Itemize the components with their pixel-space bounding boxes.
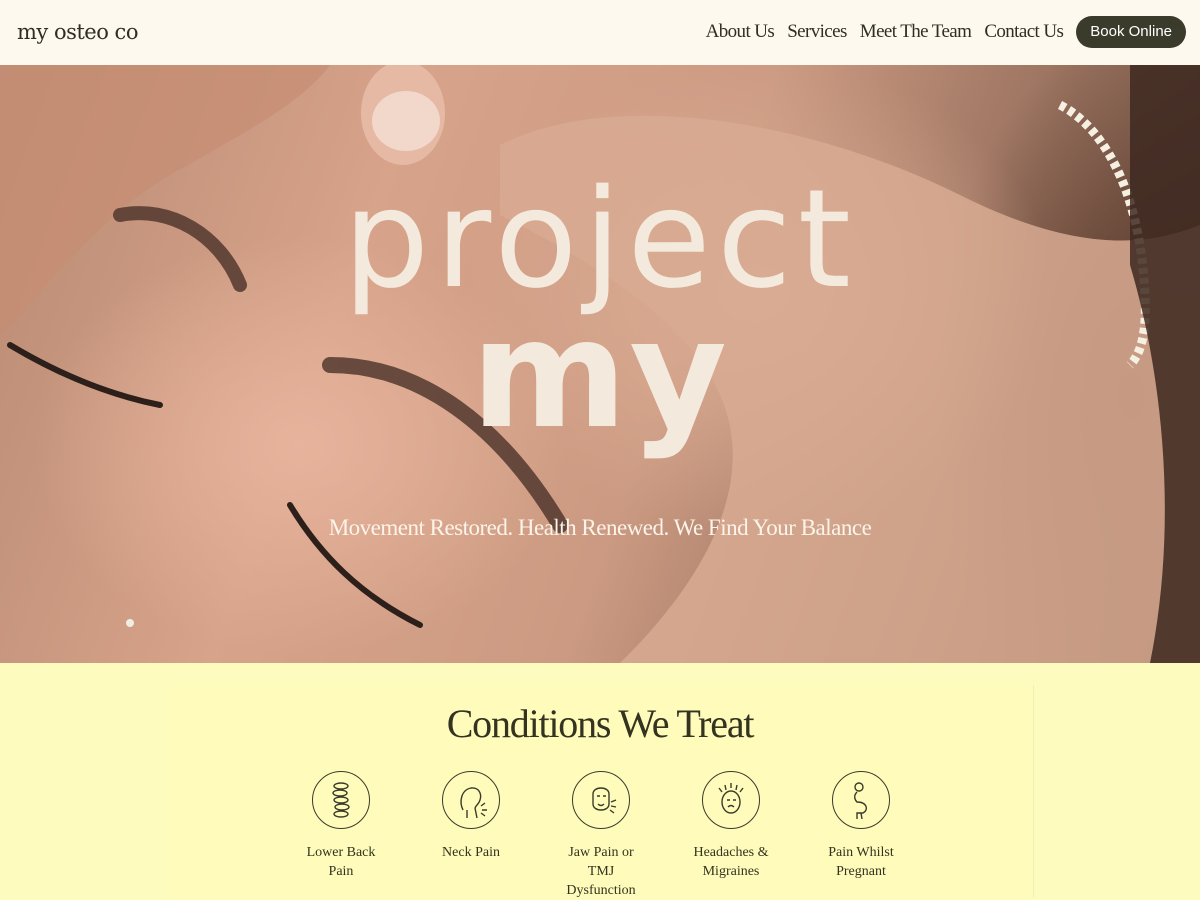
- nav-about-us[interactable]: About Us: [706, 21, 775, 43]
- condition-label: Pain Whilst Pregnant: [828, 845, 894, 879]
- condition-label: Lower Back Pain: [306, 845, 376, 879]
- jaw-icon: [572, 771, 630, 829]
- book-online-button[interactable]: Book Online: [1076, 16, 1186, 48]
- condition-lower-back-pain[interactable]: Lower Back Pain: [281, 771, 401, 881]
- site-header: my osteo co About Us Services Meet The T…: [0, 0, 1200, 65]
- hero-section: project my Movement Restored. Health Ren…: [0, 65, 1200, 663]
- condition-label: Jaw Pain or TMJ Dysfunction: [566, 845, 636, 898]
- nav-services[interactable]: Services: [787, 21, 847, 43]
- nav-contact-us[interactable]: Contact Us: [984, 21, 1064, 43]
- condition-label: Neck Pain: [442, 845, 500, 860]
- condition-jaw-pain[interactable]: Jaw Pain or TMJ Dysfunction: [541, 771, 661, 900]
- hero-tagline: Movement Restored. Health Renewed. We Fi…: [328, 515, 872, 540]
- hero-title-my: my: [470, 288, 730, 462]
- pregnancy-icon: [832, 771, 890, 829]
- conditions-title: Conditions We Treat: [446, 701, 755, 746]
- condition-neck-pain[interactable]: Neck Pain: [411, 771, 531, 862]
- nav-meet-the-team[interactable]: Meet The Team: [860, 21, 972, 43]
- condition-pregnancy[interactable]: Pain Whilst Pregnant: [801, 771, 921, 881]
- site-logo[interactable]: my osteo co: [17, 20, 138, 44]
- headache-icon: [702, 771, 760, 829]
- spine-icon: [312, 771, 370, 829]
- condition-headaches[interactable]: Headaches & Migraines: [671, 771, 791, 881]
- main-nav: About Us Services Meet The Team Contact …: [706, 16, 1186, 48]
- conditions-section: Conditions We Treat Lower Back Pain Neck…: [0, 663, 1200, 900]
- neck-icon: [442, 771, 500, 829]
- condition-label: Headaches & Migraines: [693, 845, 769, 879]
